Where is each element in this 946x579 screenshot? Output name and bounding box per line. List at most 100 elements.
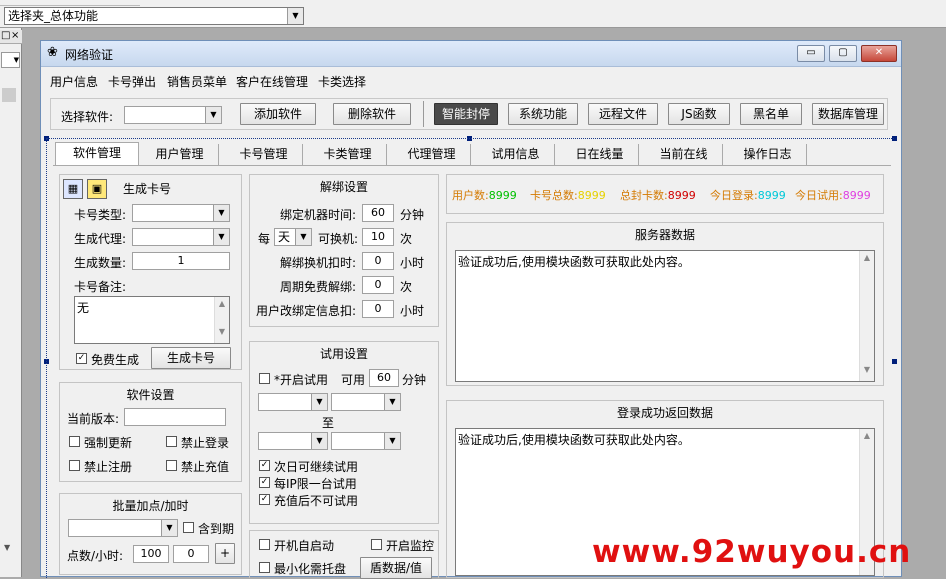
change-input[interactable]: 10 <box>362 228 394 246</box>
version-label: 当前版本: <box>67 412 120 426</box>
batch-card-type-select[interactable]: ▼ <box>68 519 178 537</box>
close-button[interactable]: ✕ <box>861 45 897 62</box>
menu-card-type[interactable]: 卡类选择 <box>318 73 366 90</box>
software-select[interactable]: ▼ <box>124 106 222 124</box>
tab-agent-management[interactable]: 代理管理 <box>393 144 471 165</box>
points-input[interactable]: 100 <box>133 545 169 563</box>
card-icon[interactable]: ▣ <box>87 179 107 199</box>
chevron-down-icon[interactable]: ▼ <box>161 520 177 536</box>
system-functions-button[interactable]: 系统功能 <box>508 103 578 125</box>
force-update-checkbox[interactable] <box>69 436 80 447</box>
chevron-down-icon[interactable]: ▼ <box>213 229 229 245</box>
scrollbar[interactable]: ▲ ▼ <box>859 251 874 381</box>
no-recharge-checkbox[interactable] <box>166 460 177 471</box>
next-day-checkbox[interactable]: ✓ <box>259 460 270 471</box>
remote-files-button[interactable]: 远程文件 <box>588 103 658 125</box>
no-after-recharge-checkbox[interactable]: ✓ <box>259 494 270 505</box>
tab-card-management[interactable]: 卡号管理 <box>225 144 303 165</box>
expire-checkbox[interactable] <box>183 522 194 533</box>
note-value: 无 <box>77 301 90 315</box>
server-data-title: 服务器数据 <box>634 228 695 242</box>
pin-icon[interactable]: □ <box>1 30 10 41</box>
calculator-icon[interactable]: ▦ <box>63 179 83 199</box>
trial-end-time[interactable]: ▼ <box>331 432 401 450</box>
generate-card-button[interactable]: 生成卡号 <box>151 347 231 369</box>
login-data-title: 登录成功返回数据 <box>616 406 713 420</box>
stat-login-label: 今日登录: <box>710 189 758 202</box>
smart-ban-button[interactable]: 智能封停 <box>434 103 498 125</box>
card-type-select[interactable]: ▼ <box>132 204 230 222</box>
chevron-down-icon[interactable]: ▼ <box>287 8 303 24</box>
period-select[interactable]: 天 ▼ <box>274 228 312 246</box>
deduct-input[interactable]: 0 <box>362 252 394 270</box>
one-per-ip-checkbox[interactable]: ✓ <box>259 477 270 488</box>
tab-software-management[interactable]: 软件管理 <box>55 142 139 166</box>
points-hours-label: 点数/小时: <box>67 549 124 563</box>
watermark: www.92wuyou.cn <box>592 534 912 570</box>
chevron-down-icon[interactable]: ▼ <box>295 229 311 245</box>
note-textarea[interactable]: 无 ▲ ▼ <box>74 296 230 344</box>
tab-card-type-management[interactable]: 卡类管理 <box>309 144 387 165</box>
free-checkbox[interactable]: ✓ <box>76 353 87 364</box>
tab-current-online[interactable]: 当前在线 <box>645 144 723 165</box>
no-register-checkbox[interactable] <box>69 460 80 471</box>
autostart-checkbox[interactable] <box>259 539 270 550</box>
chevron-down-icon[interactable]: ▼ <box>384 433 400 449</box>
menu-sales[interactable]: 销售员菜单 <box>167 73 227 90</box>
minimize-button[interactable]: ▭ <box>797 45 825 62</box>
tab-user-management[interactable]: 用户管理 <box>141 144 219 165</box>
trial-start-time[interactable]: ▼ <box>331 393 401 411</box>
chevron-down-icon[interactable]: ▼ <box>384 394 400 410</box>
stat-login: 今日登录:8999 <box>710 187 786 203</box>
menu-user-info[interactable]: 用户信息 <box>50 73 98 90</box>
trial-settings-group: 试用设置 *开启试用 可用 60 分钟 ▼ ▼ 至 ▼ ▼ ✓ 次日可继续试用 … <box>249 341 439 524</box>
trial-end-date[interactable]: ▼ <box>258 432 328 450</box>
bind-time-input[interactable]: 60 <box>362 204 394 222</box>
selection-handle[interactable] <box>892 359 897 364</box>
chevron-down-icon[interactable]: ▼ <box>311 394 327 410</box>
free-unbind-input[interactable]: 0 <box>362 276 394 294</box>
js-functions-button[interactable]: JS函数 <box>668 103 730 125</box>
menu-card-popup[interactable]: 卡号弹出 <box>108 73 156 90</box>
save-data-button[interactable]: 盾数据/值 <box>360 557 432 579</box>
delete-software-button[interactable]: 删除软件 <box>333 103 411 125</box>
card-type-label: 卡号类型: <box>74 208 127 222</box>
ide-toolbar: 选择夹_总体功能 ▼ <box>0 0 946 28</box>
software-settings-title: 软件设置 <box>126 388 175 402</box>
database-management-button[interactable]: 数据库管理 <box>812 103 884 125</box>
trial-start-date[interactable]: ▼ <box>258 393 328 411</box>
monitor-checkbox[interactable] <box>371 539 382 550</box>
close-icon[interactable]: × <box>11 30 19 41</box>
tab-daily-online[interactable]: 日在线量 <box>561 144 639 165</box>
chevron-down-icon[interactable]: ▼ <box>213 205 229 221</box>
tab-operation-log[interactable]: 操作日志 <box>729 144 807 165</box>
object-selector[interactable]: 选择夹_总体功能 ▼ <box>4 7 304 25</box>
hours-input[interactable]: 0 <box>173 545 209 563</box>
unbind-settings-group: 解绑设置 绑定机器时间: 60 分钟 每 天 ▼ 可换机: 10 次 解绑换机扣时… <box>249 174 439 327</box>
trial-minutes-input[interactable]: 60 <box>369 369 399 387</box>
count-input[interactable]: 1 <box>132 252 230 270</box>
stat-cards: 卡号总数:8999 <box>530 187 606 203</box>
scroll-down-icon[interactable]: ▼ <box>4 543 10 552</box>
agent-select[interactable]: ▼ <box>132 228 230 246</box>
monitor-label: 开启监控 <box>386 539 435 553</box>
no-login-checkbox[interactable] <box>166 436 177 447</box>
menu-online-clients[interactable]: 客户在线管理 <box>236 73 308 90</box>
server-data-group: 服务器数据 验证成功后,使用模块函数可获取此处内容。 ▲ ▼ <box>446 222 884 386</box>
blacklist-button[interactable]: 黑名单 <box>740 103 802 125</box>
user-change-input[interactable]: 0 <box>362 300 394 318</box>
tray-checkbox[interactable] <box>259 562 270 573</box>
tab-trial-info[interactable]: 试用信息 <box>477 144 555 165</box>
maximize-button[interactable]: ▢ <box>829 45 857 62</box>
tray-label: 最小化需托盘 <box>274 562 347 576</box>
scrollbar[interactable]: ▲ ▼ <box>214 297 229 343</box>
server-data-textarea[interactable]: 验证成功后,使用模块函数可获取此处内容。 ▲ ▼ <box>455 250 875 382</box>
ide-left-combo[interactable]: ▼ <box>1 52 20 68</box>
chevron-down-icon[interactable]: ▼ <box>205 107 221 123</box>
add-points-button[interactable]: + <box>215 543 235 564</box>
ide-scroll-thumb[interactable] <box>2 88 16 102</box>
add-software-button[interactable]: 添加软件 <box>240 103 316 125</box>
version-input[interactable] <box>124 408 226 426</box>
chevron-down-icon[interactable]: ▼ <box>311 433 327 449</box>
enable-trial-checkbox[interactable] <box>259 373 270 384</box>
